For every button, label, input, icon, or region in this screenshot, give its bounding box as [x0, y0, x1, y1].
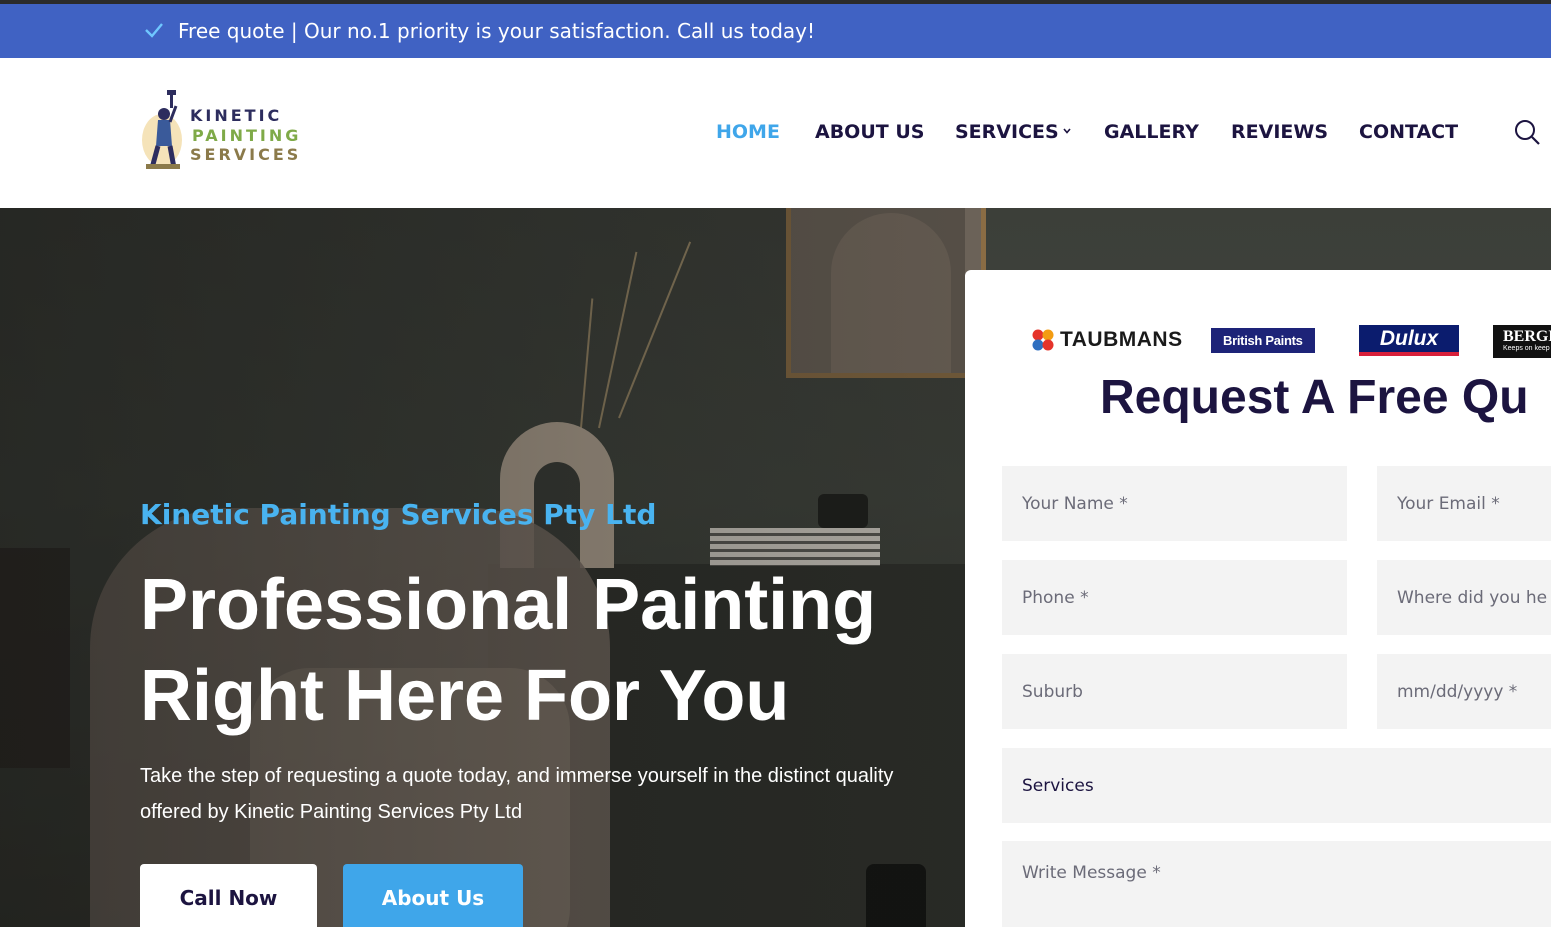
taubmans-text: TAUBMANS	[1060, 328, 1183, 351]
dulux-logo: Dulux	[1359, 325, 1459, 356]
call-now-button[interactable]: Call Now	[140, 864, 317, 927]
quote-form-title: Request A Free Qu	[1100, 371, 1529, 424]
announcement-bar: Free quote | Our no.1 priority is your s…	[0, 4, 1551, 58]
hero-subtitle: Kinetic Painting Services Pty Ltd	[140, 498, 657, 531]
nav-services-label: SERVICES	[955, 121, 1059, 143]
nav-contact[interactable]: CONTACT	[1359, 121, 1458, 143]
email-field[interactable]: Your Email *	[1377, 466, 1551, 541]
berger-tagline: Keeps on keep	[1503, 345, 1550, 352]
hero-title: Professional Painting Right Here For You	[140, 560, 940, 742]
about-us-button[interactable]: About Us	[343, 864, 523, 927]
services-select[interactable]: Services	[1002, 748, 1551, 823]
search-icon[interactable]	[1513, 118, 1541, 146]
hero-description: Take the step of requesting a quote toda…	[140, 765, 894, 823]
phone-field[interactable]: Phone *	[1002, 560, 1347, 635]
quote-form-card: TAUBMANS British Paints Dulux BERGE Keep…	[965, 270, 1551, 927]
date-field[interactable]: mm/dd/yyyy *	[1377, 654, 1551, 729]
berger-logo: BERGE Keeps on keep	[1493, 325, 1551, 358]
nav-services[interactable]: SERVICES	[955, 121, 1071, 143]
nav-reviews[interactable]: REVIEWS	[1231, 121, 1328, 143]
name-field[interactable]: Your Name *	[1002, 466, 1347, 541]
hero-title-line-2: Right Here For You	[140, 656, 790, 736]
site-logo[interactable]: KINETIC PAINTING SERVICES	[140, 84, 300, 174]
nav-about-us[interactable]: ABOUT US	[815, 121, 924, 143]
berger-text: BERGE	[1503, 328, 1551, 345]
nav-gallery[interactable]: GALLERY	[1104, 121, 1199, 143]
british-paints-logo: British Paints	[1211, 328, 1315, 353]
chevron-down-icon	[1063, 128, 1071, 134]
painter-figure-icon	[142, 90, 182, 169]
message-textarea[interactable]: Write Message *	[1002, 841, 1551, 927]
check-icon	[145, 23, 163, 38]
logo-line-1: KINETIC	[190, 106, 283, 125]
announcement-text: Free quote | Our no.1 priority is your s…	[178, 19, 816, 43]
hero-title-line-1: Professional Painting	[140, 565, 877, 645]
referral-field[interactable]: Where did you he	[1377, 560, 1551, 635]
taubmans-logo: TAUBMANS	[1030, 324, 1183, 356]
site-header: KINETIC PAINTING SERVICES HOME ABOUT US …	[0, 58, 1551, 208]
taubmans-flower-icon	[1032, 329, 1054, 351]
logo-line-2: PAINTING	[192, 126, 302, 145]
suburb-field[interactable]: Suburb	[1002, 654, 1347, 729]
nav-home[interactable]: HOME	[716, 121, 780, 143]
logo-line-3: SERVICES	[190, 145, 302, 164]
